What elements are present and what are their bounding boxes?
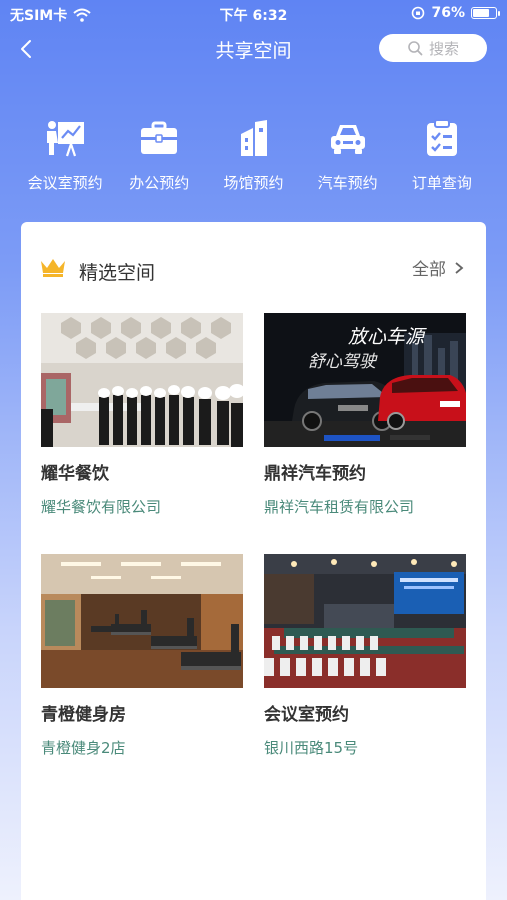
meeting-room-image (264, 554, 466, 688)
view-all-label: 全部 (412, 260, 446, 280)
battery-icon (471, 7, 500, 19)
section-title: 精选空间 (79, 262, 156, 284)
quick-label: 订单查询 (411, 174, 472, 192)
quick-item-office[interactable]: 办公预约 (114, 116, 204, 196)
item-name: 鼎祥汽车预约 (264, 464, 366, 484)
gym-thumbnail[interactable] (41, 554, 243, 688)
clipboard-icon (426, 119, 457, 156)
meeting-room-thumbnail[interactable] (264, 554, 466, 688)
quick-label: 场馆预约 (223, 174, 284, 192)
quick-label: 汽车预约 (317, 174, 378, 192)
quick-item-orders[interactable]: 订单查询 (397, 116, 487, 196)
battery-fill (473, 9, 489, 17)
battery-percent: 76% (431, 5, 465, 21)
status-bar: 无SIM卡 下午 6:32 76% (0, 0, 507, 28)
quick-item-car[interactable]: 汽车预约 (303, 116, 393, 196)
search-label: 搜索 (428, 39, 459, 58)
car-banner-line2: 舒心驾驶 (308, 352, 378, 372)
featured-item-meeting-room[interactable]: 会议室预约 银川西路15号 (264, 554, 466, 758)
item-name: 青橙健身房 (41, 705, 126, 725)
search-icon (408, 41, 423, 56)
orientation-lock-icon (412, 6, 425, 20)
item-subtitle: 鼎祥汽车租赁有限公司 (264, 498, 415, 516)
item-subtitle: 青橙健身2店 (41, 739, 126, 757)
item-name: 耀华餐饮 (41, 464, 109, 484)
building-icon (241, 120, 268, 156)
gym-image (41, 554, 243, 688)
item-subtitle: 银川西路15号 (264, 739, 359, 757)
quick-label: 办公预约 (129, 174, 190, 192)
item-name: 会议室预约 (264, 705, 349, 725)
car-icon (330, 125, 365, 154)
nav-bar: 共享空间 搜索 (0, 28, 507, 72)
restaurant-image (41, 313, 243, 447)
quick-item-venue[interactable]: 场馆预约 (208, 116, 298, 196)
quick-label: 会议室预约 (27, 174, 103, 192)
briefcase-icon (141, 121, 178, 154)
item-subtitle: 耀华餐饮有限公司 (41, 498, 162, 516)
car-rental-image: 放心车源 舒心驾驶 (264, 313, 466, 447)
featured-card: 精选空间 全部 耀华餐饮 耀华餐饮有限公司 放心车源 舒心驾驶 鼎祥汽车预约 鼎… (21, 222, 486, 900)
restaurant-thumbnail[interactable] (41, 313, 243, 447)
featured-item-car-rental[interactable]: 放心车源 舒心驾驶 鼎祥汽车预约 鼎祥汽车租赁有限公司 (264, 313, 466, 517)
crown-icon (41, 259, 65, 277)
featured-item-restaurant[interactable]: 耀华餐饮 耀华餐饮有限公司 (41, 313, 243, 517)
search-button[interactable]: 搜索 (379, 34, 487, 62)
status-right: 76% (411, 5, 500, 21)
section-header: 精选空间 全部 (21, 222, 486, 302)
chevron-right-icon (455, 261, 464, 274)
quick-item-meeting-room[interactable]: 会议室预约 (20, 116, 110, 196)
car-banner-line1: 放心车源 (348, 326, 427, 348)
quick-actions: 会议室预约 办公预约 场馆预约 汽车预约 订单查询 (0, 116, 507, 196)
presentation-icon (47, 121, 85, 157)
view-all-link[interactable]: 全部 (412, 255, 464, 280)
featured-item-gym[interactable]: 青橙健身房 青橙健身2店 (41, 554, 243, 758)
car-rental-thumbnail[interactable]: 放心车源 舒心驾驶 (264, 313, 466, 447)
